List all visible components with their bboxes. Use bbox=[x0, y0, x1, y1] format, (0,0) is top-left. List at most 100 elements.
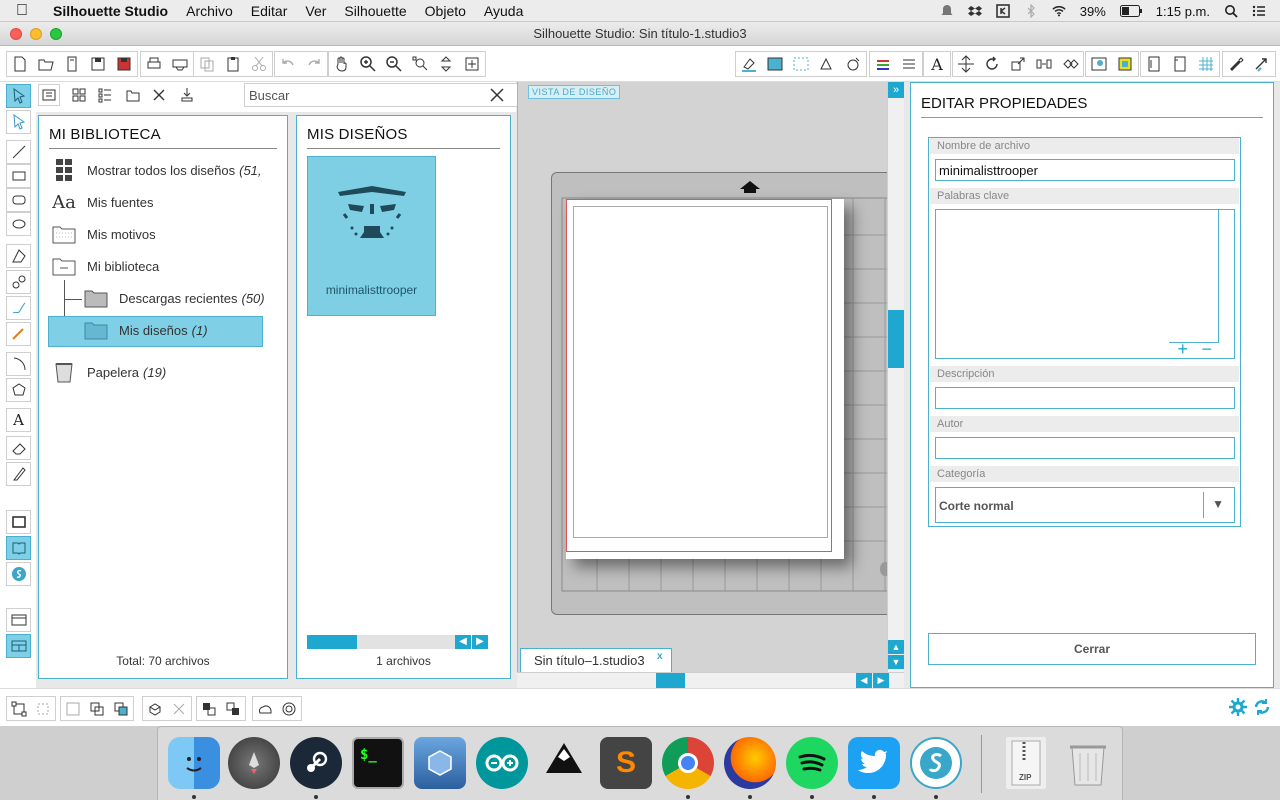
description-field[interactable] bbox=[935, 387, 1235, 409]
keywords-list[interactable]: + − bbox=[935, 209, 1235, 359]
grid-view-icon[interactable] bbox=[68, 84, 90, 106]
open-library-icon[interactable] bbox=[59, 52, 85, 76]
add-keyword-icon[interactable]: + bbox=[1177, 340, 1188, 358]
weld-icon[interactable] bbox=[109, 697, 133, 720]
vertical-scroll-thumb[interactable] bbox=[888, 310, 904, 368]
designs-scrollbar-thumb[interactable] bbox=[307, 635, 357, 649]
terminal-icon[interactable]: $_ bbox=[352, 737, 404, 789]
line-color-panel-icon[interactable] bbox=[870, 52, 896, 76]
notification-icon[interactable] bbox=[940, 4, 954, 18]
grid-icon[interactable] bbox=[1193, 52, 1219, 76]
search-input[interactable] bbox=[244, 83, 522, 107]
menu-app-name[interactable]: Silhouette Studio bbox=[44, 3, 177, 19]
cut-icon[interactable] bbox=[246, 52, 272, 76]
drag-zoom-icon[interactable] bbox=[433, 52, 459, 76]
firefox-icon[interactable] bbox=[724, 737, 776, 789]
rounded-rectangle-tool-icon[interactable] bbox=[6, 188, 31, 212]
author-field[interactable] bbox=[935, 437, 1235, 459]
document-tab[interactable]: Sin título–1.studio3 x bbox=[520, 648, 672, 672]
save-icon[interactable] bbox=[85, 52, 111, 76]
curve-tool-icon[interactable] bbox=[6, 270, 31, 294]
menu-archivo[interactable]: Archivo bbox=[177, 3, 242, 19]
zoom-selection-icon[interactable] bbox=[407, 52, 433, 76]
panel-view-icon[interactable] bbox=[6, 608, 31, 632]
rotate-icon[interactable] bbox=[979, 52, 1005, 76]
polygon-tool-icon[interactable] bbox=[6, 244, 31, 268]
redo-icon[interactable] bbox=[301, 52, 327, 76]
fill-color-icon[interactable] bbox=[736, 52, 762, 76]
split-view-icon[interactable] bbox=[6, 634, 31, 658]
trash-bin-icon[interactable] bbox=[1062, 737, 1114, 789]
select-tool-icon[interactable] bbox=[6, 84, 31, 108]
bring-to-front-icon[interactable] bbox=[197, 697, 221, 720]
sublime-text-icon[interactable]: S bbox=[600, 737, 652, 789]
spotify-icon[interactable] bbox=[786, 737, 838, 789]
library-item-trash[interactable]: Papelera (19) bbox=[51, 360, 166, 384]
knife-tool-icon[interactable] bbox=[6, 462, 31, 486]
ellipse-tool-icon[interactable] bbox=[6, 212, 31, 236]
new-file-icon[interactable] bbox=[7, 52, 33, 76]
silhouette-studio-icon[interactable] bbox=[910, 737, 962, 789]
design-canvas[interactable]: VISTA DE DISEÑO bbox=[517, 82, 896, 672]
send-icon[interactable] bbox=[1249, 52, 1275, 76]
menu-ver[interactable]: Ver bbox=[296, 3, 335, 19]
arc-tool-icon[interactable] bbox=[6, 352, 31, 376]
clock[interactable]: 1:15 p.m. bbox=[1156, 4, 1210, 19]
apple-icon[interactable]:  bbox=[0, 2, 44, 20]
finder-icon[interactable] bbox=[168, 737, 220, 789]
collapse-panel-icon[interactable]: » bbox=[888, 82, 904, 98]
eraser-tool-icon[interactable] bbox=[6, 436, 31, 460]
canvas-vertical-scrollbar[interactable]: » ▲ ▼ bbox=[887, 82, 904, 672]
send-to-cutter-icon[interactable] bbox=[167, 52, 193, 76]
arduino-icon[interactable] bbox=[476, 737, 528, 789]
library-item-patterns[interactable]: Mis motivos bbox=[51, 222, 156, 246]
library-home-icon[interactable] bbox=[38, 84, 60, 106]
trace-icon[interactable] bbox=[1112, 52, 1138, 76]
chrome-icon[interactable] bbox=[662, 737, 714, 789]
fill-pattern-icon[interactable] bbox=[788, 52, 814, 76]
cut-settings-icon[interactable] bbox=[1223, 52, 1249, 76]
zoom-in-icon[interactable] bbox=[355, 52, 381, 76]
designs-scrollbar[interactable] bbox=[307, 635, 455, 649]
print-icon[interactable] bbox=[141, 52, 167, 76]
regular-polygon-tool-icon[interactable] bbox=[6, 378, 31, 402]
steam-icon[interactable] bbox=[290, 737, 342, 789]
scroll-down-icon[interactable]: ▼ bbox=[888, 655, 904, 669]
release-compound-icon[interactable] bbox=[85, 697, 109, 720]
filename-field[interactable] bbox=[935, 159, 1235, 181]
remove-keyword-icon[interactable]: − bbox=[1201, 340, 1212, 358]
save-to-library-icon[interactable] bbox=[111, 52, 137, 76]
keywords-scrollbar[interactable] bbox=[1218, 210, 1219, 342]
open-file-icon[interactable] bbox=[33, 52, 59, 76]
menu-silhouette[interactable]: Silhouette bbox=[335, 3, 415, 19]
group-icon[interactable] bbox=[7, 697, 31, 720]
pan-hand-icon[interactable] bbox=[329, 52, 355, 76]
page-setup-icon[interactable] bbox=[1141, 52, 1167, 76]
twitter-icon[interactable] bbox=[848, 737, 900, 789]
compound-path-icon[interactable] bbox=[61, 697, 85, 720]
line-tool-icon[interactable] bbox=[6, 140, 31, 164]
offset-shape-icon[interactable] bbox=[277, 697, 301, 720]
menu-ayuda[interactable]: Ayuda bbox=[475, 3, 532, 19]
rectangle-tool-icon[interactable] bbox=[6, 164, 31, 188]
ungroup-icon[interactable] bbox=[31, 697, 55, 720]
new-folder-icon[interactable] bbox=[122, 84, 144, 106]
library-item-recent-downloads[interactable]: Descargas recientes (50) bbox=[83, 286, 265, 310]
zoom-out-icon[interactable] bbox=[381, 52, 407, 76]
spotlight-search-icon[interactable] bbox=[1224, 4, 1238, 18]
edit-points-tool-icon[interactable] bbox=[6, 110, 31, 134]
menu-objeto[interactable]: Objeto bbox=[416, 3, 475, 19]
library-item-my-library[interactable]: Mi biblioteca bbox=[51, 254, 159, 278]
wifi-icon[interactable] bbox=[1052, 4, 1066, 18]
chevron-down-icon[interactable]: ▼ bbox=[1212, 497, 1224, 511]
replicate-icon[interactable] bbox=[1057, 52, 1083, 76]
scroll-up-icon[interactable]: ▲ bbox=[888, 640, 904, 654]
battery-icon[interactable] bbox=[1119, 5, 1142, 17]
design-view-icon[interactable] bbox=[6, 510, 31, 534]
copy-icon[interactable] bbox=[194, 52, 220, 76]
scroll-left-icon[interactable]: ◀ bbox=[455, 635, 471, 649]
registration-marks-icon[interactable] bbox=[1167, 52, 1193, 76]
bluetooth-icon[interactable] bbox=[1024, 4, 1038, 18]
send-to-back-icon[interactable] bbox=[221, 697, 245, 720]
align-icon[interactable] bbox=[953, 52, 979, 76]
